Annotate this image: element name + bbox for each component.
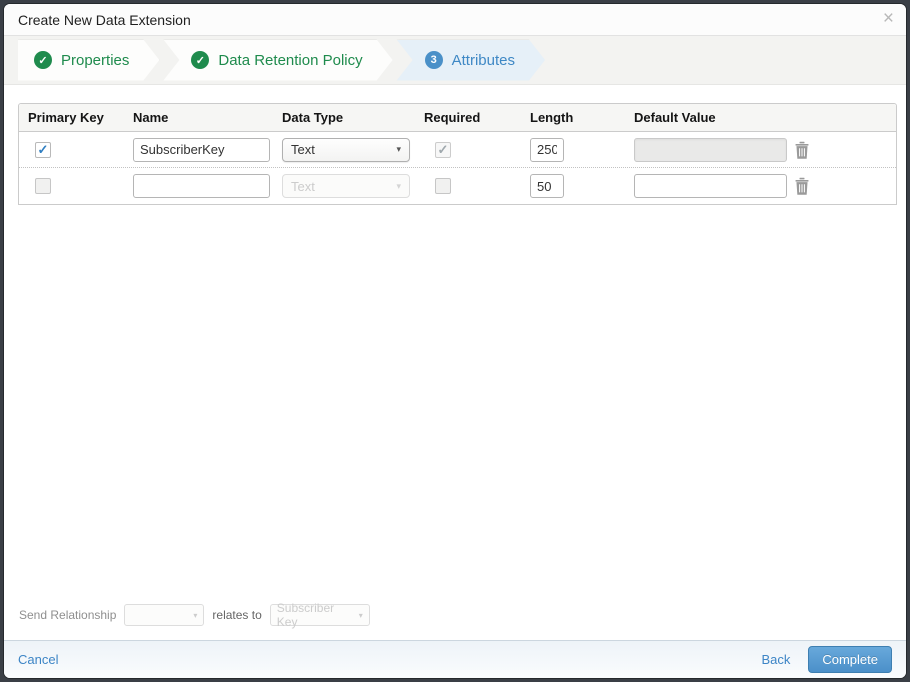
primary-key-checkbox[interactable] <box>35 178 51 194</box>
data-type-value: Text <box>291 178 315 194</box>
primary-key-checkbox[interactable]: ✓ <box>35 141 51 158</box>
length-input[interactable] <box>530 174 564 198</box>
step-number-badge: 3 <box>425 51 443 69</box>
send-relationship-select-disabled: ▾ <box>124 604 205 626</box>
wizard-step-properties[interactable]: ✓ Properties <box>18 40 159 81</box>
data-type-select-disabled: Text ▾ <box>282 174 410 198</box>
column-header-primary-key: Primary Key <box>28 110 104 125</box>
subscriber-key-value: Subscriber Key <box>276 601 335 629</box>
default-value-input[interactable] <box>634 174 787 198</box>
attribute-row-empty: Text ▾ <box>19 168 896 204</box>
step-complete-check-icon: ✓ <box>34 51 52 69</box>
wizard-step-attributes[interactable]: 3 Attributes <box>397 40 545 81</box>
required-checkbox-disabled: ✓ <box>435 141 451 158</box>
create-data-extension-modal: Create New Data Extension × ✓ Properties… <box>4 4 906 678</box>
cancel-link[interactable]: Cancel <box>18 652 58 667</box>
column-header-required: Required <box>424 110 481 125</box>
step-complete-check-icon: ✓ <box>191 51 209 69</box>
chevron-down-icon: ▾ <box>193 610 198 620</box>
data-type-value: Text <box>291 142 315 157</box>
chevron-down-icon: ▾ <box>396 180 401 191</box>
attributes-table-header: Primary Key Name Data Type Required Leng… <box>19 104 896 132</box>
wizard-step-data-retention-policy[interactable]: ✓ Data Retention Policy <box>163 40 392 81</box>
modal-footer: Cancel Back Complete <box>4 640 906 678</box>
chevron-down-icon: ▾ <box>358 610 363 620</box>
send-relationship-label: Send Relationship <box>19 608 117 622</box>
step-label: Attributes <box>451 51 515 69</box>
column-header-length: Length <box>530 110 574 125</box>
trash-icon[interactable] <box>794 141 810 159</box>
length-input[interactable] <box>530 137 564 162</box>
modal-title-bar: Create New Data Extension × <box>4 4 906 36</box>
attributes-table: Primary Key Name Data Type Required Leng… <box>18 103 897 205</box>
relates-to-label: relates to <box>212 608 262 622</box>
complete-button[interactable]: Complete <box>808 646 892 673</box>
column-header-name: Name <box>133 110 169 125</box>
default-value-input-disabled <box>634 137 787 162</box>
close-icon[interactable]: × <box>883 9 894 28</box>
subscriber-key-select-disabled: Subscriber Key ▾ <box>269 601 370 629</box>
wizard-step-bar: ✓ Properties ✓ Data Retention Policy 3 A… <box>4 36 906 85</box>
send-relationship-row: Send Relationship ▾ relates to Subscribe… <box>4 598 906 632</box>
attribute-row-subscriberkey: ✓ Text ▾ ✓ <box>19 132 896 168</box>
step-label: Data Retention Policy <box>218 51 363 69</box>
trash-icon[interactable] <box>794 177 810 195</box>
back-link[interactable]: Back <box>761 652 790 667</box>
data-type-select[interactable]: Text ▾ <box>282 137 410 162</box>
modal-title: Create New Data Extension <box>18 11 191 28</box>
modal-content: Primary Key Name Data Type Required Leng… <box>4 85 906 640</box>
name-input[interactable] <box>133 137 270 162</box>
chevron-down-icon: ▾ <box>396 144 401 154</box>
column-header-default-value: Default Value <box>634 110 716 125</box>
step-label: Properties <box>61 51 130 69</box>
required-checkbox[interactable] <box>435 178 451 194</box>
column-header-data-type: Data Type <box>282 110 344 125</box>
name-input[interactable] <box>133 174 270 198</box>
